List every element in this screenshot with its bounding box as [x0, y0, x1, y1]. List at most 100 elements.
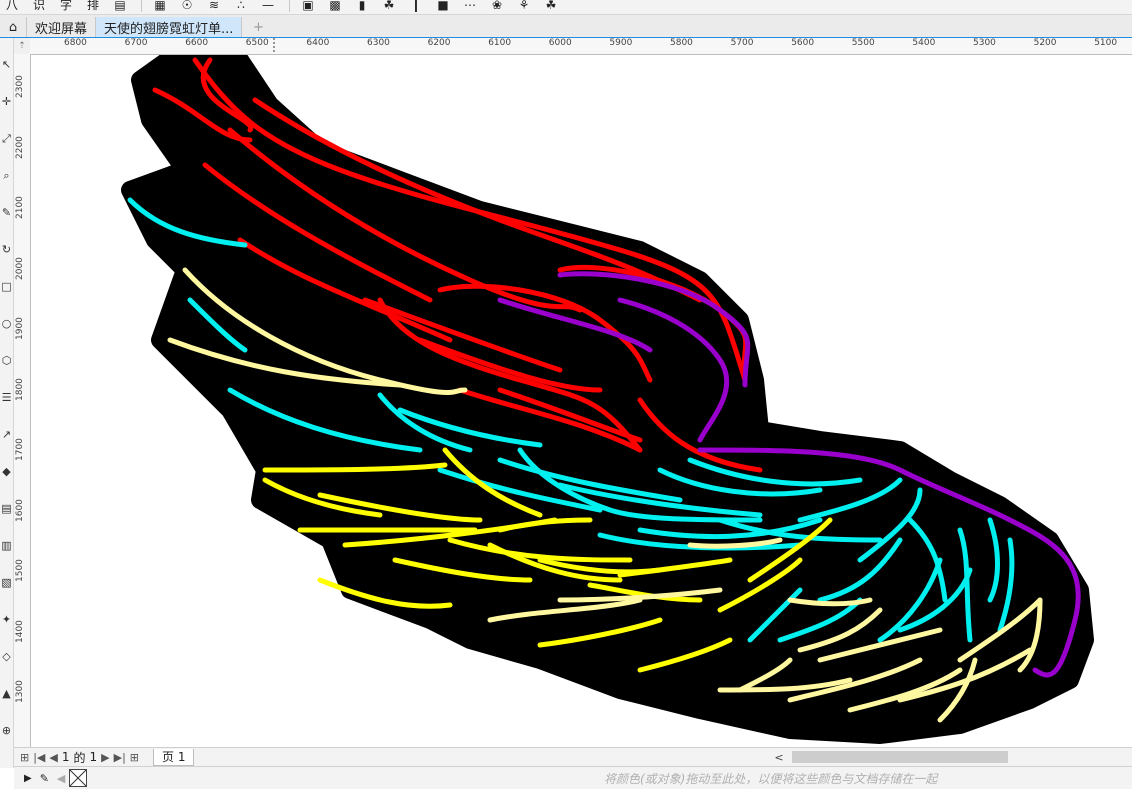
- ruler-h-tick: 5700: [730, 38, 754, 48]
- next-page-icon[interactable]: ▶: [101, 751, 109, 764]
- eyedropper-icon[interactable]: ✎: [40, 772, 49, 785]
- ruler-h-tick: 5600: [791, 38, 815, 48]
- toolbar-button-11[interactable]: ▩: [323, 0, 347, 12]
- ruler-h-tick: 6500: [245, 38, 269, 48]
- ruler-h-tick: 6600: [185, 38, 209, 48]
- toolbox: ↖ ✛ ⤢ ⌕ ✎ ↻ □ ○ ⬡ ☰ ↗ ◆ ▤ ▥ ▧ ✦ ◇ ▲ ⊕: [0, 38, 14, 768]
- tool-icon-12[interactable]: ▤: [0, 502, 13, 516]
- toolbar-button-5[interactable]: ▦: [148, 0, 172, 12]
- toolbar-button-6[interactable]: ☉: [175, 0, 199, 12]
- toolbar-button-7[interactable]: ≋: [202, 0, 226, 12]
- ruler-v-tick: 1300: [15, 680, 25, 703]
- page-tab[interactable]: 页 1: [153, 748, 195, 766]
- tool-icon-7[interactable]: ○: [0, 317, 13, 331]
- ruler-h-tick: 6000: [548, 38, 572, 48]
- ruler-v-tick: 1400: [15, 619, 25, 643]
- home-tab[interactable]: ⌂: [0, 17, 27, 37]
- ruler-h-tick: 6800: [64, 38, 87, 48]
- toolbar-separator: [141, 0, 142, 12]
- plus-icon: +: [252, 19, 264, 35]
- tool-icon-9[interactable]: ☰: [0, 391, 13, 405]
- add-page-before-icon[interactable]: ⊞: [20, 751, 29, 764]
- toolbar-button-13[interactable]: ☘: [377, 0, 401, 12]
- toolbar-button-4[interactable]: ▤: [108, 0, 132, 12]
- toolbar-button-15[interactable]: ■: [431, 0, 455, 12]
- ruler-v-tick: 1700: [15, 438, 25, 461]
- ruler-h-tick: 6200: [427, 38, 451, 48]
- tab-document-label: 天使的翅膀霓虹灯单...: [104, 21, 234, 37]
- home-icon: ⌂: [8, 19, 18, 35]
- ruler-h-tick: 5800: [670, 38, 693, 48]
- add-page-after-icon[interactable]: ⊞: [130, 751, 139, 764]
- toolbar-button-0[interactable]: 八: [0, 0, 24, 12]
- ruler-v-tick: 2100: [15, 196, 25, 219]
- last-page-icon[interactable]: ▶|: [114, 751, 126, 764]
- tool-icon-14[interactable]: ▧: [0, 576, 13, 590]
- ruler-h-tick: 6700: [124, 38, 148, 48]
- tool-icon-16[interactable]: ◇: [0, 650, 13, 664]
- ruler-origin-icon: ⇡: [18, 41, 26, 51]
- vertical-ruler[interactable]: 2300 2200 2100 2000 1900 1800 1700 1600 1500 1400…: [14, 54, 31, 748]
- page-current: 1: [61, 750, 70, 764]
- toolbar-button-8[interactable]: ∴: [229, 0, 253, 12]
- ruler-h-tick: 5900: [609, 38, 633, 48]
- tool-icon-6[interactable]: □: [0, 280, 13, 294]
- scrollbar-thumb[interactable]: [792, 751, 1008, 763]
- palette-scroll-icon[interactable]: ◀: [57, 772, 65, 785]
- ruler-v-tick: 2200: [15, 135, 25, 159]
- toolbar-button-16[interactable]: ⋯: [458, 0, 482, 12]
- tool-icon-4[interactable]: ✎: [0, 206, 13, 220]
- toolbar-button-1[interactable]: 识: [27, 0, 51, 12]
- toolbar-button-19[interactable]: ☘: [539, 0, 563, 12]
- scroll-left-icon[interactable]: <: [772, 751, 786, 764]
- first-page-icon[interactable]: |◀: [33, 751, 45, 764]
- drawing-canvas[interactable]: [31, 55, 1132, 747]
- tool-icon-18[interactable]: ⊕: [0, 724, 13, 738]
- page-tab-label: 页 1: [162, 750, 186, 764]
- ruler-v-tick: 1600: [15, 498, 25, 522]
- ruler-h-tick: 6400: [306, 38, 330, 48]
- tool-icon-11[interactable]: ◆: [0, 465, 13, 479]
- tool-icon-10[interactable]: ↗: [0, 428, 13, 442]
- palette-drop-hint: 将颜色(或对象)拖动至此处，以便将这些颜色与文档存储在一起: [604, 772, 938, 786]
- no-color-swatch[interactable]: [69, 769, 88, 787]
- toolbar-button-3[interactable]: 排: [81, 0, 105, 12]
- prev-page-icon[interactable]: ◀: [49, 751, 57, 764]
- tool-icon-1[interactable]: ✛: [0, 95, 13, 109]
- ruler-v-tick: 1500: [15, 559, 25, 582]
- horizontal-scrollbar[interactable]: <: [772, 749, 1132, 765]
- add-tab-button[interactable]: +: [242, 17, 274, 37]
- ruler-v-tick: 2000: [15, 256, 25, 280]
- ruler-h-tick: 6100: [488, 38, 512, 48]
- tool-icon-13[interactable]: ▥: [0, 539, 13, 553]
- palette-flyout-icon[interactable]: ▶: [24, 773, 32, 784]
- tab-document[interactable]: 天使的翅膀霓虹灯单...: [96, 17, 243, 37]
- ruler-origin[interactable]: ⇡: [14, 38, 31, 55]
- toolbar-button-12[interactable]: ▮: [350, 0, 374, 12]
- page-navigator: ⊞ |◀ ◀ 1 的 1 ▶ ▶| ⊞: [14, 749, 139, 766]
- toolbar-button-18[interactable]: ⚘: [512, 0, 536, 12]
- page-total: 1: [89, 750, 98, 764]
- toolbar-button-10[interactable]: ▣: [296, 0, 320, 12]
- ruler-h-tick: 5500: [851, 38, 875, 48]
- tool-icon-8[interactable]: ⬡: [0, 354, 13, 368]
- tool-icon-5[interactable]: ↻: [0, 243, 13, 257]
- toolbar-button-17[interactable]: ❀: [485, 0, 509, 12]
- tool-icon-2[interactable]: ⤢: [0, 132, 13, 146]
- toolbar-button-14[interactable]: ┃: [404, 0, 428, 12]
- ruler-v-tick: 1900: [15, 317, 25, 340]
- tab-welcome-screen[interactable]: 欢迎屏幕: [27, 17, 97, 37]
- toolbar-separator: [289, 0, 290, 12]
- tool-icon-15[interactable]: ✦: [0, 613, 13, 627]
- tool-icon-0[interactable]: ↖: [0, 58, 13, 72]
- toolbar-button-2[interactable]: 字: [54, 0, 78, 12]
- ruler-h-tick: 5200: [1033, 38, 1057, 48]
- tool-icon-17[interactable]: ▲: [0, 687, 13, 701]
- angel-wing-artwork[interactable]: [31, 55, 1132, 747]
- tool-icon-3[interactable]: ⌕: [0, 169, 13, 183]
- horizontal-ruler[interactable]: 6800 6700 6600 6500 6400 6300 6200 6100 6000 5900…: [30, 38, 1132, 55]
- ruler-v-tick: 2300: [15, 75, 25, 98]
- toolbar-button-9[interactable]: —: [256, 0, 280, 12]
- ruler-h-tick: 5100: [1094, 38, 1118, 48]
- ruler-v-tick: 1800: [15, 377, 25, 401]
